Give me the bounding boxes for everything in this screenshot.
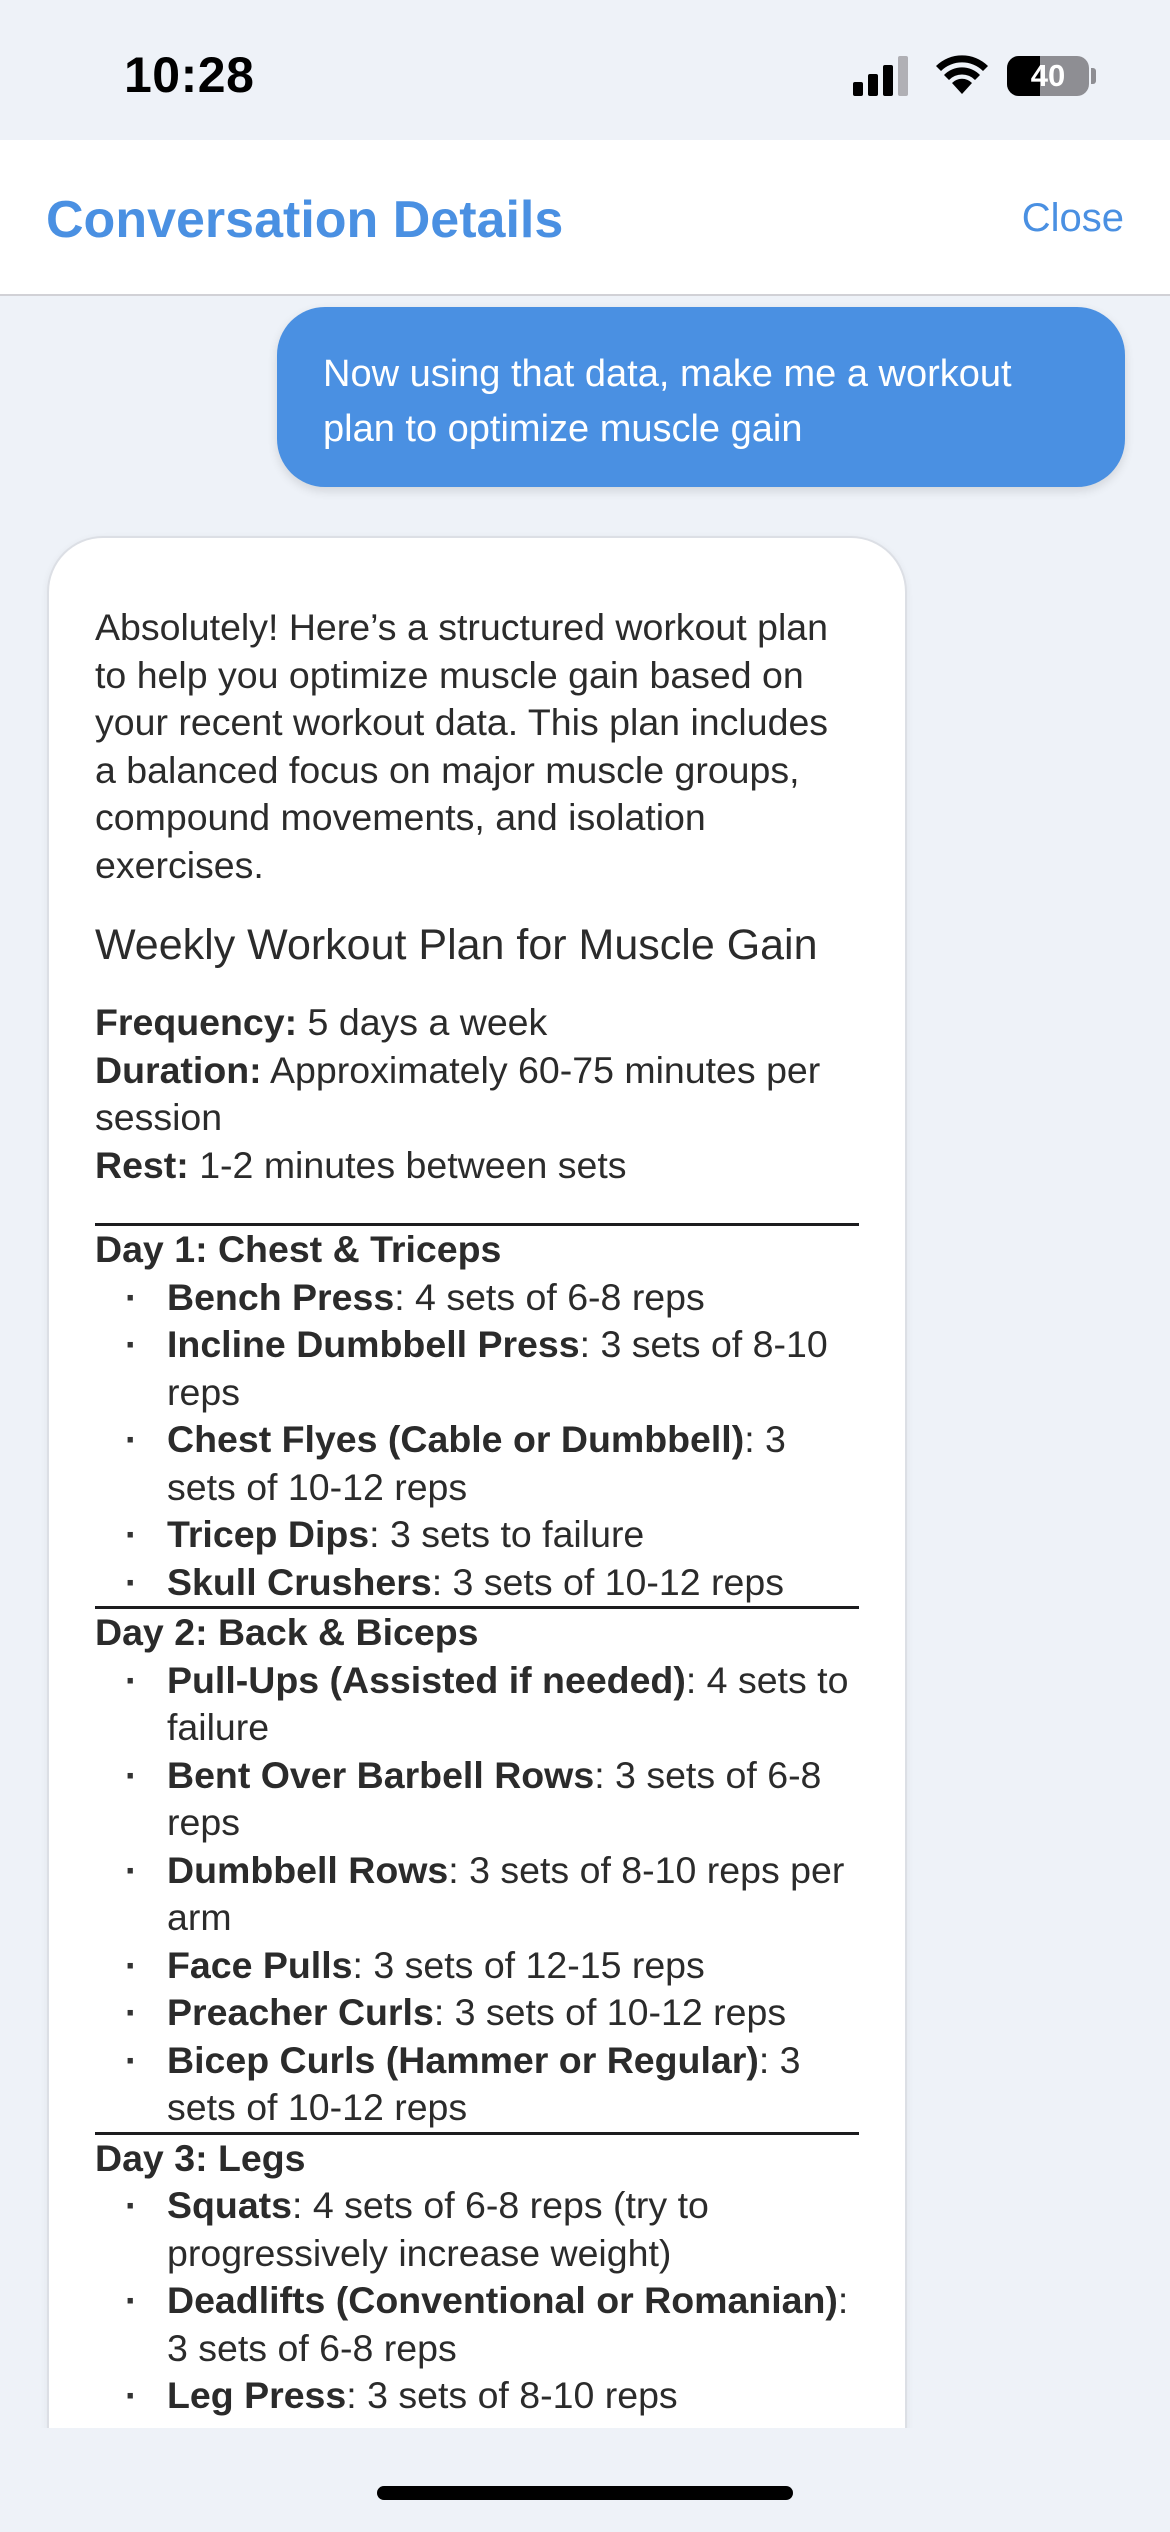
exercise-name: Squats	[167, 2184, 293, 2226]
status-bar: 10:28 40	[0, 0, 1170, 140]
exercise-name: Incline Dumbbell Press	[167, 1323, 580, 1365]
exercise-name: Bench Press	[167, 1275, 395, 1318]
chat-scroll-area[interactable]: Now using that data, make me a workout p…	[0, 298, 1170, 2428]
close-button[interactable]: Close	[1022, 196, 1124, 241]
exercise-name: Bicep Curls (Hammer or Regular)	[167, 2038, 759, 2081]
day-section: Day 1: Chest & TricepsBench Press: 4 set…	[95, 1223, 859, 1606]
navigation-header: Conversation Details Close	[0, 140, 1170, 296]
user-message-bubble: Now using that data, make me a workout p…	[277, 307, 1125, 487]
battery-cap	[1091, 68, 1096, 84]
exercise-detail: : 4 sets of 6-8 reps	[394, 1275, 705, 1318]
exercise-name: Skull Crushers	[167, 1560, 432, 1603]
plan-meta-line: Duration: Approximately 60-75 minutes pe…	[95, 1047, 859, 1142]
exercise-detail: : 3 sets of 10-12 reps	[433, 1991, 787, 2033]
exercise-item: Deadlifts (Conventional or Romanian): 3 …	[95, 2277, 859, 2372]
plan-meta: Frequency: 5 days a week Duration: Approx…	[95, 999, 859, 1189]
exercise-item: Dumbbell Rows: 3 sets of 8-10 reps per a…	[95, 1847, 859, 1942]
exercise-list: Squats: 4 sets of 6-8 reps (try to progr…	[95, 2182, 859, 2420]
exercise-detail: : 3 sets of 12-15 reps	[352, 1943, 705, 1986]
exercise-item: Bench Press: 4 sets of 6-8 reps	[95, 1274, 859, 1322]
exercise-item: Bicep Curls (Hammer or Regular): 3 sets …	[95, 2037, 859, 2132]
exercise-item: Tricep Dips: 3 sets to failure	[95, 1511, 859, 1559]
assistant-message-bubble: Absolutely! Here’s a structured workout …	[47, 536, 907, 2428]
exercise-name: Pull-Ups (Assisted if needed)	[167, 1658, 686, 1701]
exercise-name: Preacher Curls	[167, 1991, 434, 2033]
day-title: Day 3: Legs	[95, 2136, 306, 2179]
plan-days: Day 1: Chest & TricepsBench Press: 4 set…	[95, 1223, 859, 2420]
battery-icon: 40	[1007, 56, 1089, 96]
assistant-intro: Absolutely! Here’s a structured workout …	[95, 606, 829, 886]
exercise-name: Dumbbell Rows	[167, 1848, 449, 1891]
exercise-name: Bent Over Barbell Rows	[167, 1753, 595, 1796]
exercise-list: Pull-Ups (Assisted if needed): 4 sets to…	[95, 1657, 859, 2132]
exercise-item: Squats: 4 sets of 6-8 reps (try to progr…	[95, 2182, 859, 2277]
home-indicator-area	[0, 2428, 1170, 2532]
day-title: Day 1: Chest & Triceps	[95, 1228, 502, 1270]
cellular-signal-icon	[853, 56, 908, 96]
exercise-item: Leg Press: 3 sets of 8-10 reps	[95, 2372, 859, 2420]
exercise-item: Preacher Curls: 3 sets of 10-12 reps	[95, 1989, 859, 2037]
exercise-item: Face Pulls: 3 sets of 12-15 reps	[95, 1942, 859, 1990]
wifi-icon	[936, 55, 988, 94]
exercise-list: Bench Press: 4 sets of 6-8 repsIncline D…	[95, 1274, 859, 1607]
exercise-item: Pull-Ups (Assisted if needed): 4 sets to…	[95, 1657, 859, 1752]
exercise-item: Incline Dumbbell Press: 3 sets of 8-10 r…	[95, 1321, 859, 1416]
plan-meta-label: Rest:	[95, 1143, 189, 1186]
plan-meta-line: Frequency: 5 days a week	[95, 999, 859, 1047]
plan-meta-value: 1-2 minutes between sets	[188, 1143, 627, 1186]
exercise-name: Deadlifts (Conventional or Romanian)	[167, 2279, 838, 2321]
day-section: Day 3: LegsSquats: 4 sets of 6-8 reps (t…	[95, 2131, 859, 2420]
plan-meta-value: 5 days a week	[297, 1001, 548, 1043]
exercise-detail: : 3 sets of 8-10 reps	[346, 2374, 678, 2416]
exercise-item: Skull Crushers: 3 sets of 10-12 reps	[95, 1559, 859, 1607]
day-section: Day 2: Back & BicepsPull-Ups (Assisted i…	[95, 1606, 859, 2132]
exercise-item: Bent Over Barbell Rows: 3 sets of 6-8 re…	[95, 1752, 859, 1847]
battery-level: 40	[1030, 58, 1066, 93]
exercise-name: Leg Press	[167, 2374, 347, 2416]
exercise-name: Chest Flyes (Cable or Dumbbell)	[167, 1418, 745, 1460]
exercise-item: Chest Flyes (Cable or Dumbbell): 3 sets …	[95, 1416, 859, 1511]
exercise-detail: : 3 sets to failure	[369, 1513, 645, 1555]
status-time: 10:28	[124, 47, 255, 103]
plan-meta-line: Rest: 1-2 minutes between sets	[95, 1142, 859, 1190]
page-title: Conversation Details	[46, 191, 564, 249]
plan-meta-label: Frequency:	[95, 1001, 298, 1043]
plan-meta-label: Duration:	[95, 1048, 262, 1091]
exercise-name: Face Pulls	[167, 1943, 353, 1986]
plan-title: Weekly Workout Plan for Muscle Gain	[95, 921, 818, 969]
home-indicator[interactable]	[377, 2486, 793, 2500]
day-title: Day 2: Back & Biceps	[95, 1611, 479, 1653]
exercise-detail: : 3 sets of 10-12 reps	[431, 1560, 784, 1603]
exercise-name: Tricep Dips	[167, 1513, 370, 1555]
